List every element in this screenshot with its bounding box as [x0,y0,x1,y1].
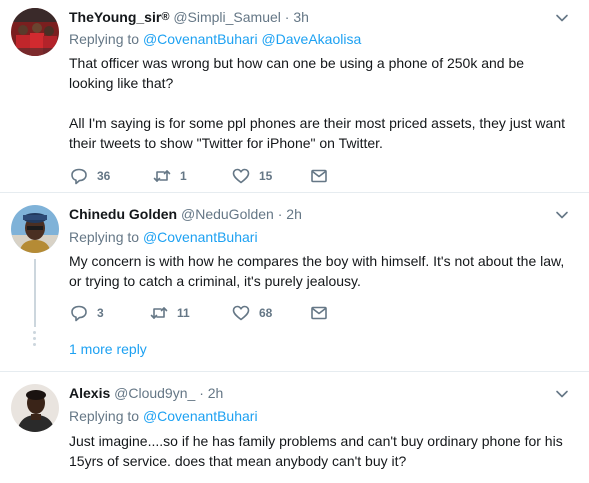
replying-to: Replying to @CovenantBuhari @DaveAkaolis… [69,30,361,48]
chevron-down-icon[interactable] [555,387,569,401]
retweet-button[interactable]: 1 [152,166,187,186]
reply-button[interactable]: 36 [69,166,110,186]
like-count: 15 [259,169,273,183]
reply-icon [71,305,87,322]
retweet-count: 1 [180,169,187,183]
envelope-icon [311,306,327,320]
timestamp[interactable]: 2h [208,385,224,401]
tweet-paragraph: All I'm saying is for some ppl phones ar… [69,115,566,151]
like-button[interactable]: 68 [231,303,272,323]
tweet-header: Alexis @Cloud9yn_ · 2h [69,384,223,402]
display-name[interactable]: Alexis [69,385,110,401]
mention-link[interactable]: @DaveAkaolisa [261,31,361,47]
tweet-paragraph: Just imagine....so if he has family prob… [69,433,563,469]
avatar[interactable] [11,205,59,253]
replying-to-label: Replying to [69,31,140,47]
avatar[interactable] [11,8,59,56]
replying-to: Replying to @CovenantBuhari [69,407,258,425]
separator-dot: · [284,9,290,25]
tweet-item[interactable]: Alexis @Cloud9yn_ · 2h Replying to @Cove… [0,372,589,483]
reply-button[interactable]: 3 [69,303,104,323]
separator-dot: · [277,206,283,222]
reply-count: 36 [97,169,111,183]
mention-link[interactable]: @CovenantBuhari [143,408,258,424]
more-replies-link[interactable]: 1 more reply [69,340,147,358]
display-name[interactable]: TheYoung_sir [69,9,161,25]
mention-link[interactable]: @CovenantBuhari [143,229,258,245]
avatar-image [11,384,59,432]
direct-message-button[interactable] [309,166,329,186]
avatar[interactable] [11,384,59,432]
timestamp[interactable]: 3h [293,9,309,25]
heart-icon [232,305,250,321]
timestamp[interactable]: 2h [286,206,302,222]
retweet-icon [150,307,168,319]
tweet-text: Just imagine....so if he has family prob… [69,431,564,471]
tweet-header: TheYoung_sir® @Simpli_Samuel · 3h [69,8,309,26]
chevron-down-icon[interactable] [555,11,569,25]
reply-count: 3 [97,306,104,320]
mention-link[interactable]: @CovenantBuhari [143,31,258,47]
thread-connector [34,259,36,327]
user-handle[interactable]: @NeduGolden [181,206,274,222]
display-name[interactable]: Chinedu Golden [69,206,177,222]
tweet-item[interactable]: TheYoung_sir® @Simpli_Samuel · 3h Replyi… [0,0,589,192]
avatar-image [11,205,59,253]
replying-to-label: Replying to [69,229,140,245]
replying-to-label: Replying to [69,408,140,424]
like-button[interactable]: 15 [231,166,272,186]
reply-timeline: TheYoung_sir® @Simpli_Samuel · 3h Replyi… [0,0,589,483]
retweet-button[interactable]: 11 [149,303,190,323]
like-count: 68 [259,306,273,320]
reply-icon [71,168,87,185]
direct-message-button[interactable] [309,303,329,323]
tweet-paragraph: My concern is with how he compares the b… [69,253,565,289]
user-handle[interactable]: @Cloud9yn_ [114,385,195,401]
envelope-icon [311,169,327,183]
thread-dots [33,331,37,349]
avatar-image [11,8,59,56]
user-handle[interactable]: @Simpli_Samuel [173,9,281,25]
separator-dot: · [199,385,204,401]
heart-icon [232,168,250,184]
name-badge: ® [161,11,170,23]
tweet-header: Chinedu Golden @NeduGolden · 2h [69,205,302,223]
tweet-text: My concern is with how he compares the b… [69,251,569,291]
retweet-count: 11 [177,306,190,320]
chevron-down-icon[interactable] [555,208,569,222]
tweet-paragraph: That officer was wrong but how can one b… [69,55,525,91]
retweet-icon [153,170,171,182]
tweet-item[interactable]: Chinedu Golden @NeduGolden · 2h Replying… [0,193,589,371]
replying-to: Replying to @CovenantBuhari [69,228,258,246]
tweet-text: That officer was wrong but how can one b… [69,53,569,153]
